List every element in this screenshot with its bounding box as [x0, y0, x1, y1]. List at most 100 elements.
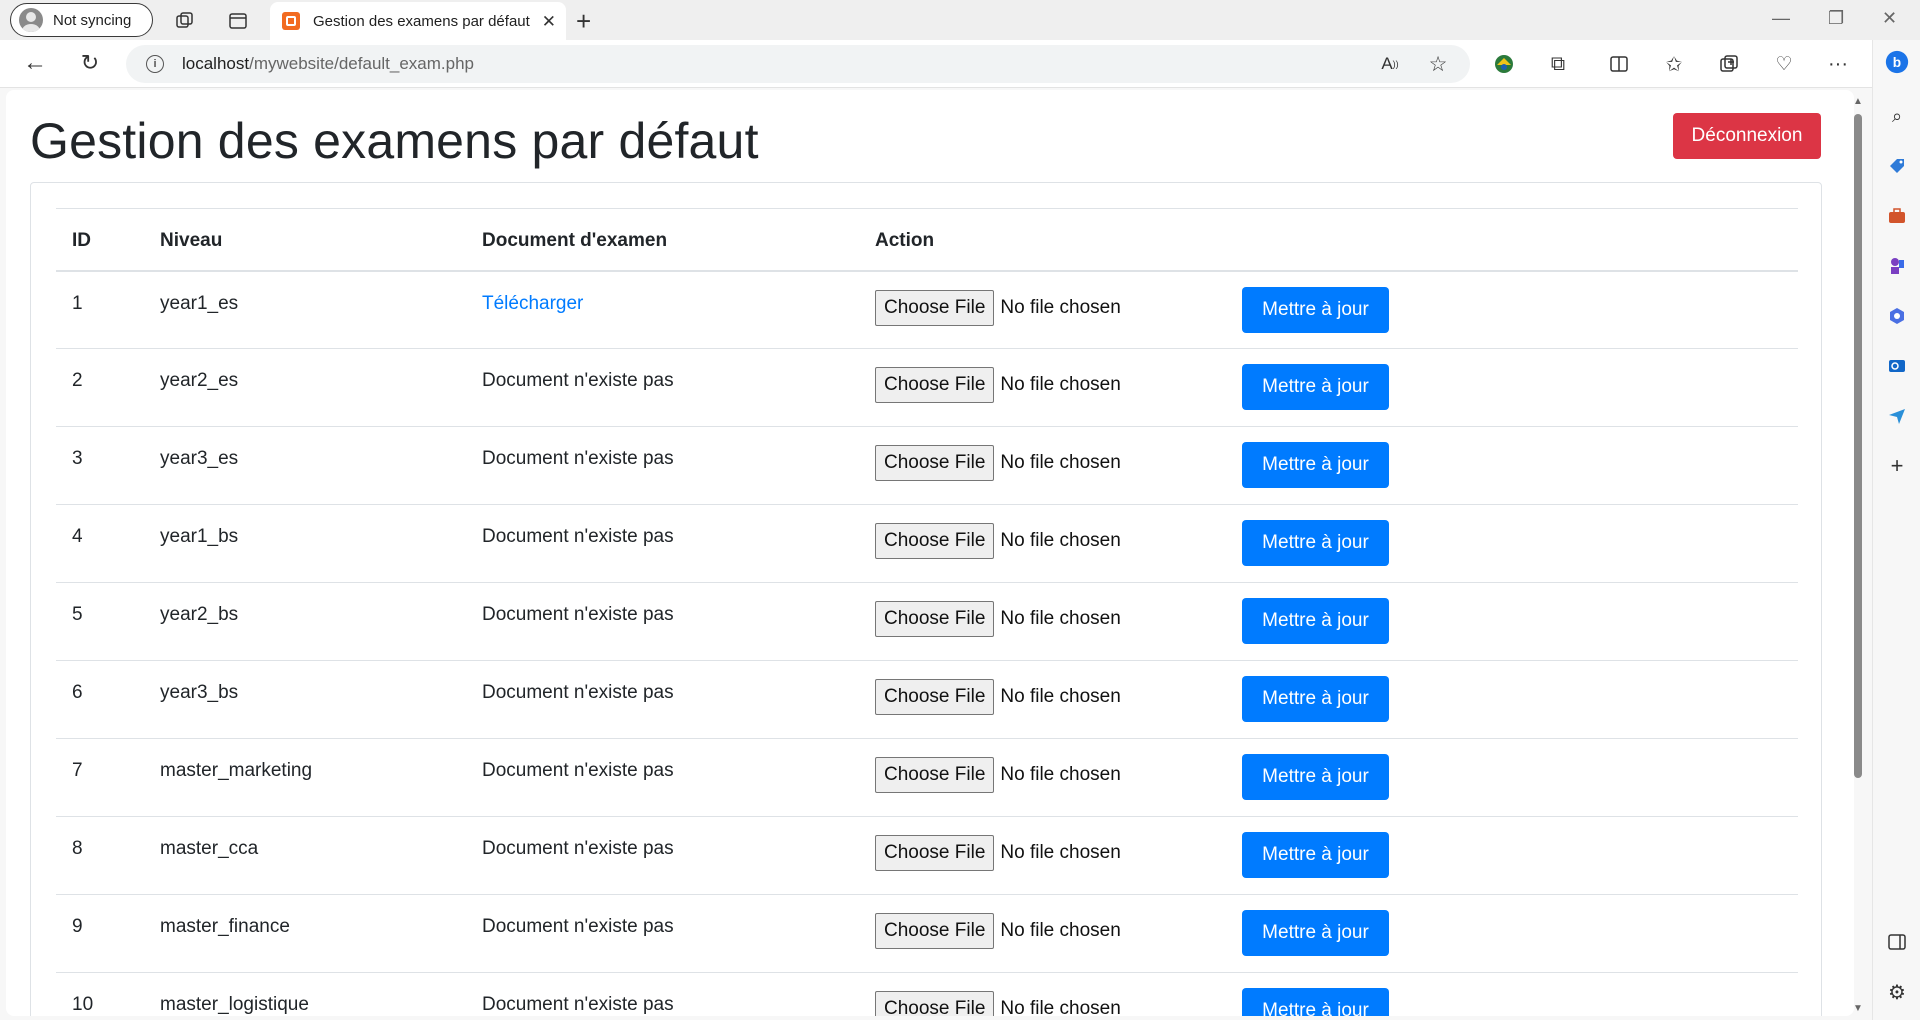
puzzle-icon[interactable]: ⧉ — [1546, 52, 1570, 76]
update-button[interactable]: Mettre à jour — [1242, 988, 1389, 1016]
games-icon[interactable] — [1885, 254, 1909, 278]
outlook-icon[interactable] — [1885, 354, 1909, 378]
niveau-cell: master_finance — [160, 916, 290, 937]
collections-icon[interactable] — [1717, 52, 1741, 76]
scroll-down-icon[interactable]: ▼ — [1851, 1003, 1865, 1014]
update-button[interactable]: Mettre à jour — [1242, 676, 1389, 722]
document-cell: Document n'existe pas — [482, 838, 674, 859]
file-cell: Choose File No file chosen — [859, 583, 1226, 661]
header-document: Document d'examen — [482, 230, 668, 252]
update-button[interactable]: Mettre à jour — [1242, 910, 1389, 956]
choose-file-button[interactable]: Choose File — [875, 913, 995, 949]
read-aloud-icon[interactable]: A)) — [1378, 52, 1402, 76]
favorites-icon[interactable]: ✩ — [1662, 52, 1686, 76]
update-button[interactable]: Mettre à jour — [1242, 364, 1389, 410]
update-cell: Mettre à jour — [1226, 583, 1798, 661]
document-cell: Document n'existe pas — [482, 370, 674, 391]
tab-actions-icon[interactable] — [227, 10, 249, 32]
choose-file-button[interactable]: Choose File — [875, 679, 995, 715]
update-button[interactable]: Mettre à jour — [1242, 442, 1389, 488]
update-button[interactable]: Mettre à jour — [1242, 754, 1389, 800]
send-icon[interactable] — [1885, 404, 1909, 428]
file-cell: Choose File No file chosen — [859, 505, 1226, 583]
id-cell: 5 — [72, 604, 83, 625]
extension-icon[interactable] — [1492, 52, 1516, 76]
choose-file-button[interactable]: Choose File — [875, 601, 995, 637]
star-icon[interactable]: ☆ — [1426, 52, 1450, 76]
workspaces-icon[interactable] — [174, 10, 196, 32]
file-cell: Choose File No file chosen — [859, 739, 1226, 817]
niveau-cell: year2_es — [160, 370, 239, 391]
scroll-up-icon[interactable]: ▲ — [1851, 96, 1865, 107]
back-arrow-icon[interactable]: ← — [22, 49, 48, 76]
table-header: ID Niveau Document d'examen Action — [56, 208, 1798, 271]
no-file-label: No file chosen — [1000, 608, 1121, 629]
hide-sidebar-icon[interactable] — [1885, 930, 1909, 954]
plus-icon[interactable]: + — [576, 6, 591, 37]
browser-essentials-icon[interactable]: ♡ — [1772, 52, 1796, 76]
file-input[interactable]: Choose File No file chosen — [875, 991, 1226, 1016]
file-input[interactable]: Choose File No file chosen — [875, 367, 1226, 403]
choose-file-button[interactable]: Choose File — [875, 445, 995, 481]
file-input[interactable]: Choose File No file chosen — [875, 601, 1226, 637]
table-row: 2 year2_es Document n'existe pas Choose … — [56, 349, 1798, 427]
choose-file-button[interactable]: Choose File — [875, 367, 995, 403]
file-input[interactable]: Choose File No file chosen — [875, 757, 1226, 793]
copilot-icon[interactable]: b — [1885, 50, 1909, 74]
update-cell: Mettre à jour — [1226, 973, 1798, 1016]
update-button[interactable]: Mettre à jour — [1242, 286, 1389, 333]
no-file-label: No file chosen — [1000, 842, 1121, 863]
update-button[interactable]: Mettre à jour — [1242, 832, 1389, 878]
page-scrollbar[interactable]: ▲ ▼ — [1851, 96, 1865, 1014]
close-icon[interactable]: ✕ — [542, 12, 556, 32]
file-input[interactable]: Choose File No file chosen — [875, 523, 1226, 559]
download-link[interactable]: Télécharger — [482, 293, 583, 314]
no-file-label: No file chosen — [1000, 374, 1121, 395]
file-input[interactable]: Choose File No file chosen — [875, 289, 1226, 326]
file-input[interactable]: Choose File No file chosen — [875, 679, 1226, 715]
site-info-icon[interactable]: i — [146, 55, 164, 73]
file-input[interactable]: Choose File No file chosen — [875, 913, 1226, 949]
logout-button[interactable]: Déconnexion — [1673, 113, 1821, 159]
shopping-tag-icon[interactable] — [1885, 154, 1909, 178]
niveau-cell: master_logistique — [160, 994, 309, 1015]
header-id: ID — [72, 230, 91, 252]
svg-text:b: b — [1893, 55, 1901, 70]
profile-button[interactable]: Not syncing — [10, 3, 153, 37]
address-bar[interactable]: i localhost/mywebsite/default_exam.php — [126, 45, 1470, 83]
window-close-icon[interactable]: ✕ — [1882, 8, 1897, 29]
niveau-cell: master_cca — [160, 838, 259, 859]
choose-file-button[interactable]: Choose File — [875, 757, 995, 793]
split-screen-icon[interactable] — [1607, 52, 1631, 76]
browser-toolbar: ← ↻ i localhost/mywebsite/default_exam.p… — [0, 40, 1920, 88]
reload-icon[interactable]: ↻ — [77, 50, 103, 76]
page-title: Gestion des examens par défaut — [30, 113, 759, 169]
microsoft365-icon[interactable] — [1885, 304, 1909, 328]
file-input[interactable]: Choose File No file chosen — [875, 835, 1226, 871]
file-input[interactable]: Choose File No file chosen — [875, 445, 1226, 481]
url-text[interactable]: localhost/mywebsite/default_exam.php — [182, 54, 474, 74]
id-cell: 1 — [72, 292, 83, 314]
update-button[interactable]: Mettre à jour — [1242, 598, 1389, 644]
search-icon[interactable]: ⌕ — [1885, 104, 1909, 128]
add-icon[interactable]: + — [1885, 453, 1909, 478]
document-cell: Document n'existe pas — [482, 916, 674, 937]
choose-file-button[interactable]: Choose File — [875, 523, 995, 559]
header-empty — [1226, 209, 1798, 271]
id-cell: 2 — [72, 370, 83, 391]
update-cell: Mettre à jour — [1226, 505, 1798, 583]
file-cell: Choose File No file chosen — [859, 817, 1226, 895]
gear-icon[interactable]: ⚙ — [1885, 980, 1909, 1004]
choose-file-button[interactable]: Choose File — [875, 991, 995, 1016]
active-tab[interactable]: Gestion des examens par défaut ✕ — [270, 2, 566, 40]
restore-icon[interactable]: ❐ — [1828, 8, 1844, 29]
update-cell: Mettre à jour — [1226, 817, 1798, 895]
no-file-label: No file chosen — [1000, 764, 1121, 785]
choose-file-button[interactable]: Choose File — [875, 835, 995, 871]
tools-icon[interactable] — [1885, 204, 1909, 228]
minimize-icon[interactable]: — — [1772, 8, 1790, 29]
update-button[interactable]: Mettre à jour — [1242, 520, 1389, 566]
scrollbar-thumb[interactable] — [1854, 114, 1862, 778]
more-icon[interactable]: ··· — [1826, 52, 1850, 76]
choose-file-button[interactable]: Choose File — [875, 289, 995, 326]
